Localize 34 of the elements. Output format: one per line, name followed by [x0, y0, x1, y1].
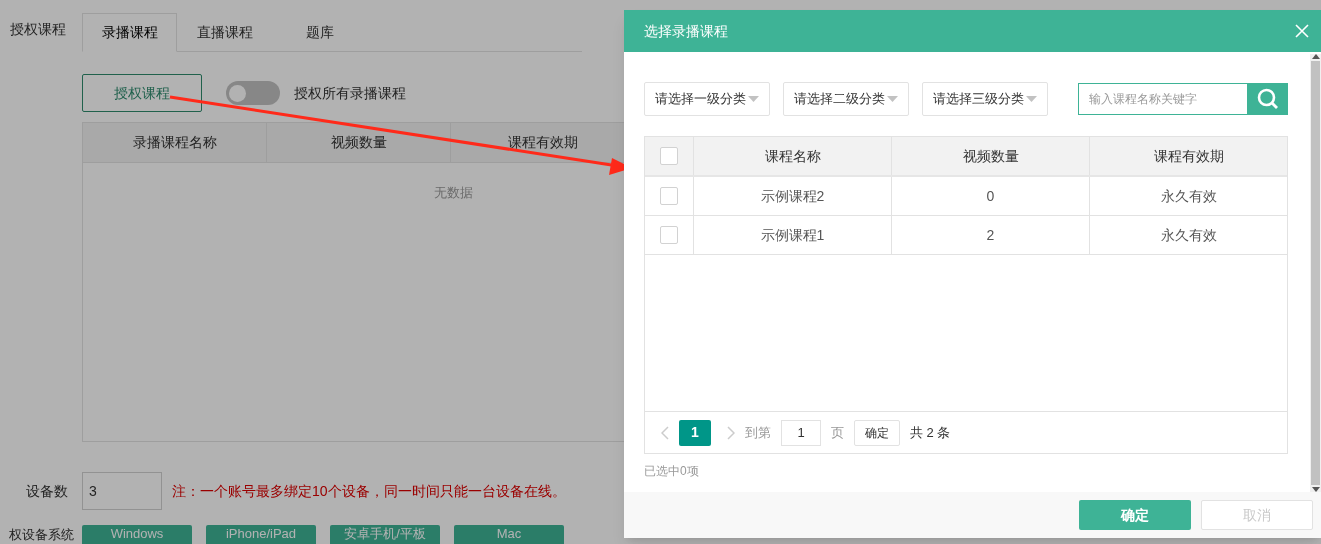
- selected-count: 已选中0项: [644, 463, 700, 480]
- column-header: 课程有效期: [1152, 146, 1225, 166]
- page-unit-label: 页: [831, 423, 844, 442]
- table-cell-text: 永久有效: [1159, 186, 1218, 206]
- tab[interactable]: 直播课程: [177, 13, 272, 52]
- device-note: 注：一个账号最多绑定10个设备，同一时间只能一台设备在线。: [172, 481, 566, 501]
- table-cell: 示例课程1: [694, 216, 892, 254]
- column-header: 视频数量: [267, 123, 451, 162]
- empty-text: 无数据: [433, 184, 473, 202]
- table-cell: 示例课程2: [694, 177, 892, 215]
- search-field[interactable]: 输入课程名称关键字: [1078, 83, 1248, 115]
- category-select[interactable]: 请选择二级分类: [783, 82, 909, 116]
- table-cell: 0: [892, 177, 1090, 215]
- tab[interactable]: 题库: [272, 13, 367, 52]
- device-system-label: 权设备系统: [8, 527, 75, 543]
- device-count-label: 设备数: [25, 481, 69, 501]
- category-select[interactable]: 请选择三级分类: [922, 82, 1048, 116]
- total-count: 共 2 条: [910, 423, 951, 442]
- page-button[interactable]: 1: [679, 419, 711, 446]
- section-label: 授权课程: [9, 20, 67, 39]
- device-count-field[interactable]: 3: [82, 472, 162, 510]
- column-header: 课程名称: [694, 137, 892, 175]
- dialog-title: 选择录播课程: [644, 21, 728, 41]
- column-header: 录播课程名称: [83, 123, 267, 162]
- table-cell-text: 永久有效: [1159, 225, 1218, 245]
- page-number-field[interactable]: 1: [781, 419, 821, 446]
- authorize-course-button[interactable]: 授权课程: [82, 74, 202, 112]
- category-select[interactable]: 请选择一级分类: [644, 82, 770, 116]
- goto-confirm-button[interactable]: 确定: [854, 419, 900, 446]
- toggle-label: 授权所有录播课程: [294, 83, 406, 103]
- tab[interactable]: 录播课程: [82, 13, 177, 52]
- table-cell: 2: [892, 216, 1090, 254]
- column-header: 视频数量: [892, 137, 1090, 175]
- goto-label: 到第: [745, 423, 771, 442]
